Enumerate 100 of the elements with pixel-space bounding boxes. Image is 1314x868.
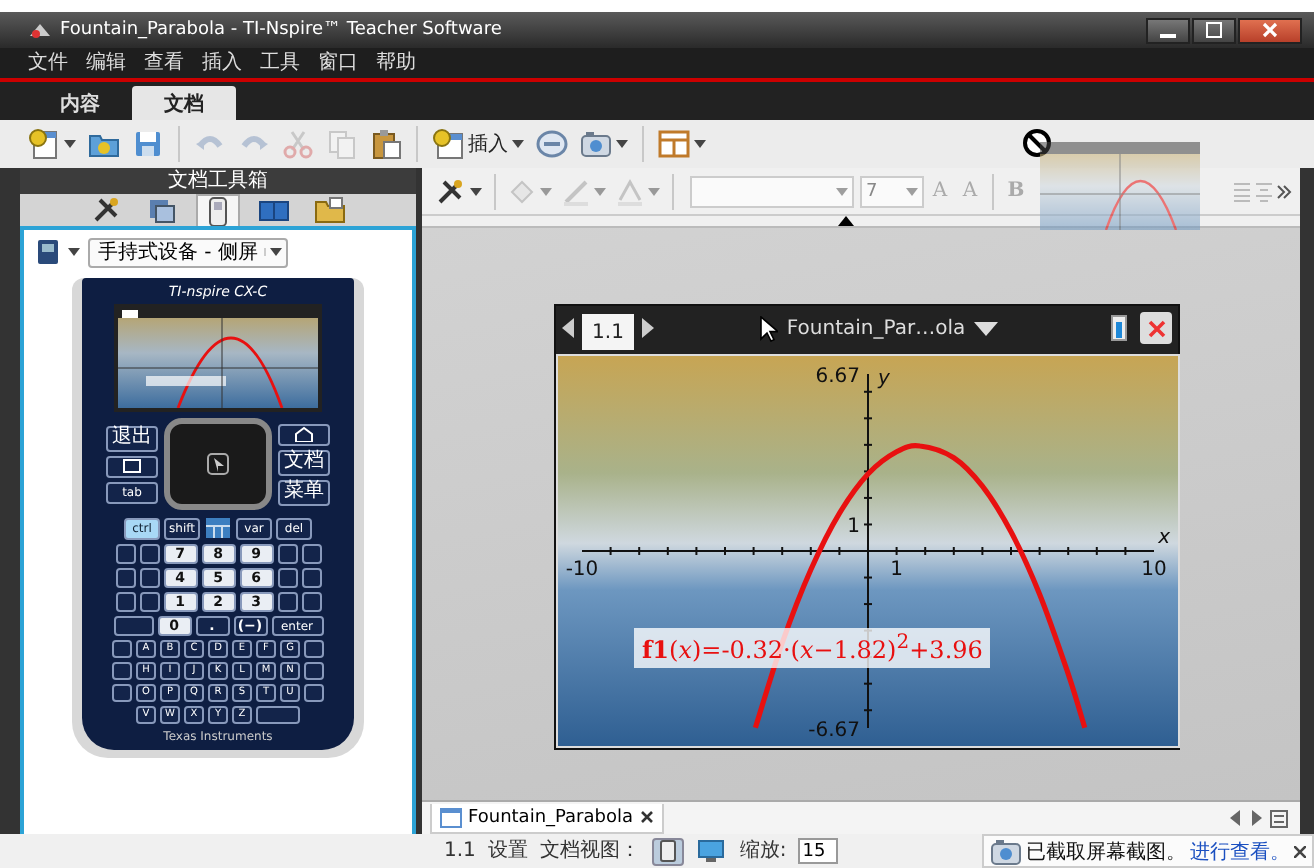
calculator-key[interactable] [139,544,159,564]
maximize-button[interactable] [1192,17,1236,43]
calculator-key[interactable] [113,616,153,636]
calculator-key[interactable] [278,423,330,445]
axis-label: x [1158,527,1170,549]
calculator-key[interactable] [139,568,159,588]
calculator-key[interactable] [301,592,321,612]
calculator-key[interactable] [115,592,135,612]
caret-icon [540,187,552,195]
list-icon[interactable] [1270,809,1288,827]
menu-item[interactable]: 插入 [202,51,242,75]
menu-item[interactable]: 查看 [144,51,184,75]
document-icon [440,807,462,827]
align-icon [1232,181,1252,201]
caret-icon [836,187,848,195]
clipboard-icon [370,128,402,160]
menu-item[interactable]: 文件 [28,51,68,75]
calculator-key[interactable] [277,544,297,564]
caret-icon [594,187,606,195]
handheld-icon [36,238,60,266]
handheld-view-button[interactable] [651,837,684,865]
library-icon [204,516,232,540]
left-arrow-icon[interactable] [1230,810,1242,826]
variable-icon [536,128,568,160]
close-icon[interactable] [639,810,654,824]
axis-tick-label: -10 [565,559,599,581]
calculator-key[interactable] [301,544,321,564]
caret-icon [68,248,80,256]
calculator-key[interactable] [106,455,158,477]
camera-icon [580,128,612,160]
font-field[interactable] [690,175,854,207]
handheld-icon [659,840,676,862]
tools-icon [90,194,122,226]
calculator-key[interactable] [139,592,159,612]
axis-label: y [878,368,890,390]
function-label: f1(x)=-0.32·(x−1.82)$^{2}$+3.96 [634,628,991,668]
caret-icon [269,248,282,256]
calculator-key[interactable] [277,568,297,588]
calculator-key[interactable] [277,592,297,612]
folder-icon [314,194,346,226]
menu-item[interactable]: 帮助 [376,51,416,75]
document-title: Fountain_Par…ola [786,317,966,339]
calculator-key[interactable] [115,568,135,588]
close-icon[interactable] [1294,845,1306,857]
document-plus-icon [28,128,60,160]
fill-bucket-icon [508,177,536,205]
menu-item[interactable]: 窗口 [318,51,358,75]
workspace-tab[interactable]: 内容 [28,86,132,120]
settings-link[interactable]: 设置 [487,839,528,863]
scissors-icon [282,128,314,160]
notification-text: 已截取屏幕截图。 [1026,839,1186,865]
align-icon [1254,181,1274,201]
zoom-label: 缩放: [739,839,787,863]
cursor-icon [760,315,779,341]
document-tab[interactable]: Fountain_Parabola [430,803,664,833]
calculator-key[interactable]: 退出 [106,425,158,451]
axis-tick-label: 1 [890,559,903,581]
chevron-icon[interactable] [1276,183,1292,199]
toolbox-tab[interactable] [196,194,240,226]
close-icon [1262,22,1278,38]
right-arrow-icon[interactable] [642,318,654,338]
zoom-field[interactable]: 15 [798,838,839,864]
caret-icon [648,187,660,195]
caret-icon [906,187,918,195]
copy-icon [326,128,358,160]
pen-icon [562,177,590,205]
workspace-tab[interactable]: 文档 [132,86,236,120]
close-button[interactable] [1140,312,1173,344]
menu-item[interactable]: 工具 [260,51,300,75]
axis-tick-label: 1 [847,516,860,539]
maximize-icon [1206,22,1222,38]
computer-view-button[interactable] [695,837,728,865]
page-plus-icon [432,128,464,160]
touchpad[interactable] [164,418,272,510]
calculator-key[interactable]: 文档 [278,449,330,475]
view-link[interactable]: 进行查看。 [1190,837,1290,865]
calculator-key[interactable] [301,568,321,588]
page-tab[interactable]: 1.1 [582,314,634,350]
right-arrow-icon[interactable] [1250,810,1262,826]
window-title: Fountain_Parabola - TI-Nspire™ Teacher Software [60,20,502,40]
close-icon [1147,319,1166,337]
calculator-key[interactable]: 菜单 [278,479,330,505]
text-color-icon [616,177,644,205]
close-button[interactable] [1238,17,1302,43]
dropdown-icon[interactable] [973,321,998,335]
device-dropdown[interactable]: 手持式设备 - 侧屏 [88,237,288,267]
calculator-key[interactable] [115,544,135,564]
toolbar-button[interactable]: 插入 [428,124,528,164]
menu-item[interactable]: 编辑 [86,51,126,75]
grid-icon [658,128,690,160]
camera-icon [990,835,1022,867]
minimize-button[interactable] [1146,17,1190,43]
caret-icon [470,187,482,195]
notepad-icon [122,458,142,474]
axis-tick-label: 6.67 [815,366,860,388]
doc-view-label: 文档视图： [539,839,640,863]
pointer-icon [206,452,230,476]
left-arrow-icon[interactable] [562,318,574,338]
axis-tick-label: 10 [1141,559,1167,581]
pages-icon [146,194,178,226]
